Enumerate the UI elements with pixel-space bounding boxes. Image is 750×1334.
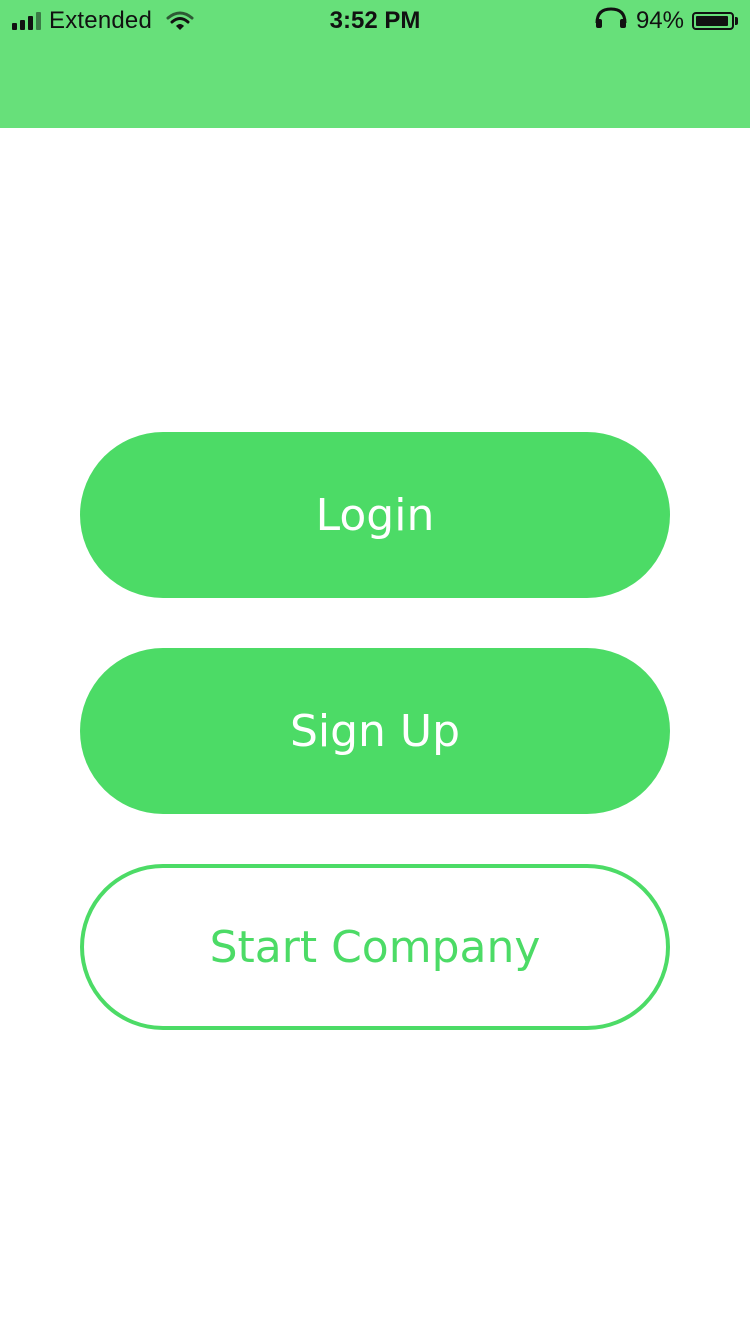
status-bar: Extended 3:52 PM 94% — [0, 0, 750, 40]
sign-up-button-label: Sign Up — [289, 705, 461, 757]
start-company-button[interactable]: Start Company — [80, 864, 670, 1030]
login-button-label: Login — [315, 489, 435, 541]
sign-up-button[interactable]: Sign Up — [80, 648, 670, 814]
headphones-icon — [594, 6, 628, 36]
header-bar: Extended 3:52 PM 94% — [0, 0, 750, 128]
status-right: 94% — [594, 6, 738, 36]
start-company-button-label: Start Company — [209, 921, 541, 973]
battery-percent: 94% — [635, 7, 684, 34]
login-button[interactable]: Login — [80, 432, 670, 598]
battery-icon — [692, 12, 738, 30]
